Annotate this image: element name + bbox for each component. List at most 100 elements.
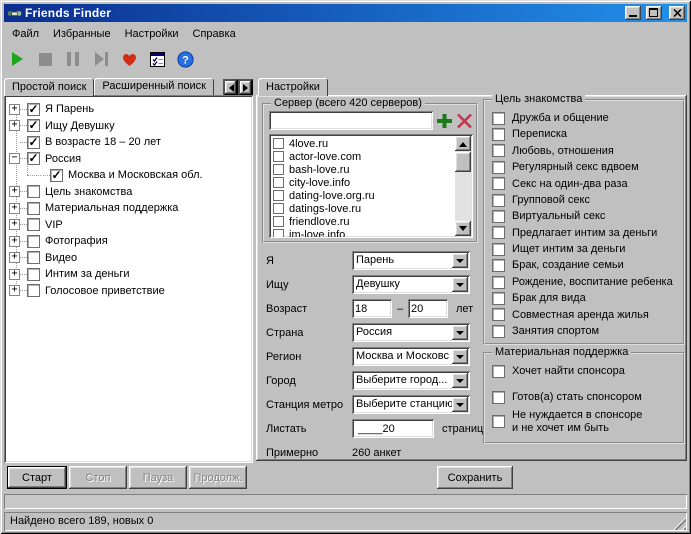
goal-checkbox-item-checkbox[interactable] (492, 308, 505, 321)
goal-checkbox-item-checkbox[interactable] (492, 128, 505, 141)
support-checkbox-item-checkbox[interactable] (492, 365, 505, 378)
region-combobox[interactable]: Москва и Московс (352, 347, 470, 366)
goal-checkbox-item-checkbox[interactable] (492, 276, 505, 289)
expand-plus-icon[interactable]: + (9, 236, 20, 247)
pause-button[interactable] (63, 47, 83, 71)
support-checkbox-item-checkbox[interactable] (492, 391, 505, 404)
city-dropdown-button[interactable] (452, 373, 468, 388)
server-item[interactable]: actor-love.com (273, 150, 454, 163)
menu-item[interactable]: Файл (5, 26, 46, 42)
tree-checkbox[interactable] (27, 235, 40, 248)
resize-grip[interactable] (673, 517, 686, 530)
goal-checkbox-item[interactable]: Ищет интим за деньги (485, 241, 683, 257)
tree-item[interactable]: +Материальная поддержка (7, 200, 251, 217)
expand-plus-icon[interactable]: + (9, 252, 20, 263)
expand-plus-icon[interactable]: + (9, 203, 20, 214)
stop-button[interactable] (35, 47, 55, 71)
goal-checkbox-item-checkbox[interactable] (492, 112, 505, 125)
tab-simple-search[interactable]: Простой поиск (4, 78, 94, 96)
server-item[interactable]: datings-love.ru (273, 202, 454, 215)
region-dropdown-button[interactable] (452, 349, 468, 364)
goal-checkbox-item[interactable]: Занятия спортом (485, 323, 683, 339)
server-checkbox[interactable] (273, 164, 284, 175)
title-bar[interactable]: Friends Finder (4, 4, 687, 22)
goal-checkbox-item-checkbox[interactable] (492, 259, 505, 272)
tree-checkbox[interactable] (27, 185, 40, 198)
server-item[interactable]: 4love.ru (273, 137, 454, 150)
start-button[interactable] (7, 47, 27, 71)
tree-item[interactable]: +✓Я Парень (7, 101, 251, 118)
server-item[interactable]: friendlove.ru (273, 215, 454, 228)
tree-item[interactable]: +VIP (7, 217, 251, 234)
close-button[interactable] (669, 6, 685, 20)
save-button[interactable]: Сохранить (437, 466, 513, 489)
i-am-dropdown-button[interactable] (452, 253, 468, 268)
pages-input[interactable] (352, 419, 434, 438)
looking-for-dropdown-button[interactable] (452, 277, 468, 292)
tab-advanced-search[interactable]: Расширенный поиск (94, 78, 214, 95)
expand-plus-icon[interactable]: + (9, 269, 20, 280)
support-checkbox-item[interactable]: Готов(а) стать спонсором (485, 391, 683, 404)
goal-checkbox-item[interactable]: Виртуальный секс (485, 208, 683, 224)
goal-checkbox-item-checkbox[interactable] (492, 194, 505, 207)
tree-item[interactable]: +Фотография (7, 233, 251, 250)
menu-item[interactable]: Избранные (46, 26, 118, 42)
server-list-scrollbar[interactable] (455, 136, 471, 236)
goal-checkbox-item[interactable]: Любовь, отношения (485, 143, 683, 159)
tree-item[interactable]: −✓Россия (7, 151, 251, 168)
tab-scroll-left-button[interactable] (223, 79, 238, 96)
favorites-button[interactable] (119, 47, 139, 71)
server-checkbox[interactable] (273, 216, 284, 227)
expand-plus-icon[interactable]: + (9, 285, 20, 296)
goal-checkbox-item-checkbox[interactable] (492, 292, 505, 305)
support-checkbox-item-checkbox[interactable] (492, 415, 505, 428)
server-item[interactable]: bash-love.ru (273, 163, 454, 176)
tree-item[interactable]: ✓В возрасте 18 – 20 лет (7, 134, 251, 151)
tree-item[interactable]: +Видео (7, 250, 251, 267)
tree-item[interactable]: +Цель знакомства (7, 184, 251, 201)
i-am-combobox[interactable]: Парень (352, 251, 470, 270)
tree-checkbox[interactable] (27, 284, 40, 297)
tree-checkbox[interactable]: ✓ (27, 136, 40, 149)
expand-plus-icon[interactable]: + (9, 219, 20, 230)
goal-checkbox-item[interactable]: Рождение, воспитание ребенка (485, 274, 683, 290)
server-checkbox[interactable] (273, 190, 284, 201)
collapse-minus-icon[interactable]: − (9, 153, 20, 164)
maximize-button[interactable] (646, 6, 662, 20)
support-checkbox-item[interactable]: Не нуждается в спонсоре и не хочет им бы… (485, 409, 683, 434)
goal-checkbox-item[interactable]: Переписка (485, 126, 683, 142)
goal-checkbox-item-checkbox[interactable] (492, 144, 505, 157)
delete-server-button[interactable] (455, 111, 474, 130)
scrollbar-thumb[interactable] (455, 152, 471, 172)
expand-plus-icon[interactable]: + (9, 186, 20, 197)
tree-checkbox[interactable]: ✓ (50, 169, 63, 182)
goal-checkbox-item[interactable]: Брак для вида (485, 290, 683, 306)
server-checkbox[interactable] (273, 229, 284, 237)
age-to-input[interactable] (408, 299, 448, 318)
goal-checkbox-item[interactable]: Совместная аренда жилья (485, 307, 683, 323)
city-combobox[interactable]: Выберите город... (352, 371, 470, 390)
tree-item[interactable]: +✓Ищу Девушку (7, 118, 251, 135)
menu-item[interactable]: Справка (186, 26, 243, 42)
server-item[interactable]: im-love.info (273, 228, 454, 237)
goal-checkbox-item-checkbox[interactable] (492, 177, 505, 190)
looking-for-combobox[interactable]: Девушку (352, 275, 470, 294)
goal-checkbox-item-checkbox[interactable] (492, 161, 505, 174)
tab-scroll-right-button[interactable] (238, 79, 253, 96)
start-button[interactable]: Старт (7, 466, 67, 489)
goal-checkbox-item[interactable]: Секс на один-два раза (485, 176, 683, 192)
goal-checkbox-item[interactable]: Регулярный секс вдвоем (485, 159, 683, 175)
expand-plus-icon[interactable]: + (9, 120, 20, 131)
goal-checkbox-item[interactable]: Брак, создание семьи (485, 258, 683, 274)
add-server-button[interactable] (435, 111, 454, 130)
tree-checkbox[interactable] (27, 202, 40, 215)
tab-settings[interactable]: Настройки (258, 78, 328, 96)
tree-checkbox[interactable] (27, 251, 40, 264)
help-button[interactable]: ? (175, 47, 195, 71)
server-checkbox[interactable] (273, 203, 284, 214)
tree-checkbox[interactable]: ✓ (27, 119, 40, 132)
menu-item[interactable]: Настройки (118, 26, 186, 42)
minimize-button[interactable] (625, 6, 641, 20)
tree-item[interactable]: +Голосовое приветствие (7, 283, 251, 300)
support-checkbox-item[interactable]: Хочет найти спонсора (485, 365, 683, 378)
